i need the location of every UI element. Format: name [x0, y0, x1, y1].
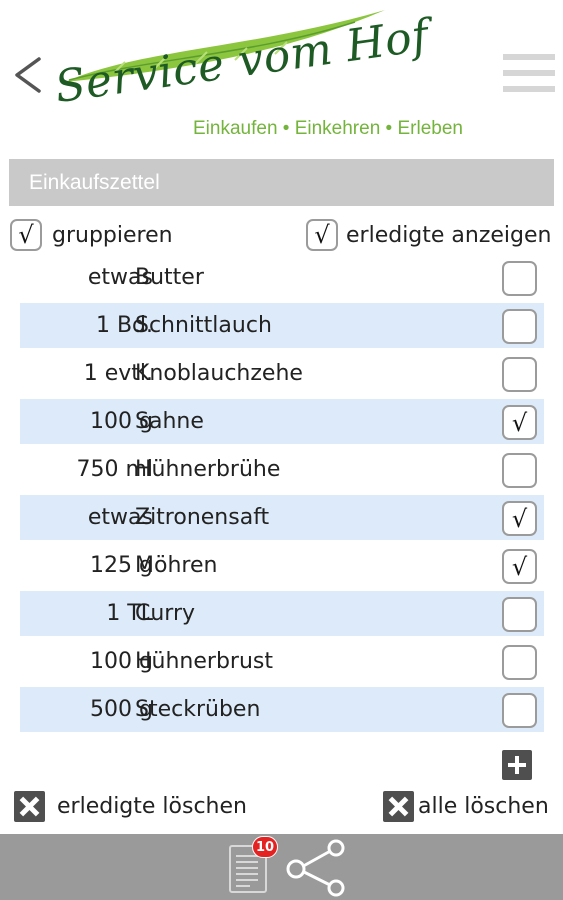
list-item[interactable]: etwas Zitronensaft √ — [20, 495, 544, 540]
item-checkbox[interactable] — [502, 309, 537, 344]
show-done-checkbox[interactable]: √ — [306, 219, 338, 251]
delete-done-label: erledigte löschen — [57, 793, 247, 819]
check-mark-icon: √ — [18, 221, 34, 249]
menu-bar — [503, 70, 555, 76]
app-header: Service vom Hof Einkaufen • Einkehren • … — [0, 0, 563, 158]
item-name: Zitronensaft — [135, 505, 270, 530]
show-done-option[interactable]: √ erledigte anzeigen — [306, 218, 552, 252]
item-checkbox[interactable] — [502, 597, 537, 632]
item-name: Curry — [135, 601, 196, 626]
list-item[interactable]: 1 evtl. Knoblauchzehe — [20, 351, 544, 396]
item-name: Steckrüben — [135, 697, 261, 722]
item-checkbox[interactable] — [502, 453, 537, 488]
item-checkbox[interactable]: √ — [502, 501, 537, 536]
list-item[interactable]: 100 g Sahne √ — [20, 399, 544, 444]
item-name: Knoblauchzehe — [135, 361, 303, 386]
back-button[interactable] — [8, 50, 48, 100]
check-mark-icon: √ — [511, 408, 528, 437]
delete-all-label: alle löschen — [418, 793, 549, 819]
close-icon — [383, 790, 414, 822]
section-title: Einkaufszettel — [29, 170, 160, 194]
item-checkbox[interactable]: √ — [502, 405, 537, 440]
item-checkbox[interactable] — [502, 261, 537, 296]
list-item[interactable]: 125 g Möhren √ — [20, 543, 544, 588]
check-mark-icon: √ — [314, 221, 330, 249]
item-name: Butter — [135, 265, 204, 290]
delete-all-button[interactable]: alle löschen — [383, 790, 549, 822]
item-name: Schnittlauch — [135, 313, 272, 338]
logo-tagline: Einkaufen • Einkehren • Erleben — [193, 118, 463, 139]
list-item[interactable]: 1 TL Curry — [20, 591, 544, 636]
item-name: Sahne — [135, 409, 204, 434]
item-checkbox[interactable] — [502, 645, 537, 680]
check-mark-icon: √ — [511, 504, 528, 533]
bottom-bar: 10 — [0, 834, 563, 900]
item-count-badge: 10 — [252, 836, 278, 858]
service-vom-hof-logo: Service vom Hof Einkaufen • Einkehren • … — [52, 10, 495, 145]
list-item[interactable]: etwas Butter — [20, 255, 544, 300]
item-checkbox[interactable] — [502, 693, 537, 728]
item-name: Möhren — [135, 553, 218, 578]
group-option[interactable]: √ gruppieren — [10, 218, 173, 252]
menu-bar — [503, 86, 555, 92]
close-icon — [14, 790, 45, 822]
check-mark-icon: √ — [511, 552, 528, 581]
item-name: Hühnerbrust — [135, 649, 273, 674]
list-item[interactable]: 500 g Steckrüben — [20, 687, 544, 732]
hamburger-menu-icon[interactable] — [503, 54, 555, 98]
share-icon[interactable] — [284, 839, 348, 897]
group-checkbox[interactable]: √ — [10, 219, 42, 251]
chevron-left-icon — [15, 57, 41, 93]
list-item[interactable]: 100 g Hühnerbrust — [20, 639, 544, 684]
group-label: gruppieren — [52, 222, 173, 248]
shopping-list: etwas Butter 1 Bd. Schnittlauch 1 evtl. … — [20, 255, 544, 735]
item-checkbox[interactable] — [502, 357, 537, 392]
show-done-label: erledigte anzeigen — [346, 222, 552, 248]
menu-bar — [503, 54, 555, 60]
item-checkbox[interactable]: √ — [502, 549, 537, 584]
delete-done-button[interactable]: erledigte löschen — [14, 790, 247, 822]
add-item-button[interactable] — [502, 750, 532, 780]
section-title-bar: Einkaufszettel — [9, 159, 554, 206]
list-item[interactable]: 1 Bd. Schnittlauch — [20, 303, 544, 348]
item-name: Hühnerbrühe — [135, 457, 281, 482]
list-item[interactable]: 750 ml Hühnerbrühe — [20, 447, 544, 492]
